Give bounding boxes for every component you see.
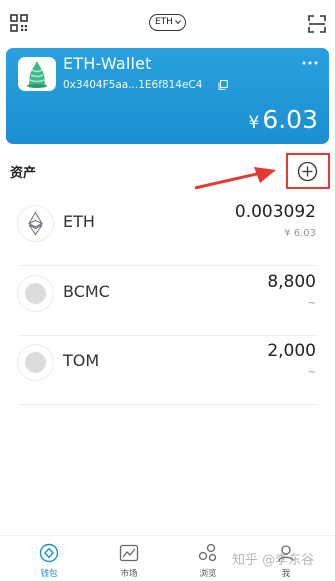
asset-row-eth[interactable]: ETH 0.003092 ¥ 6.03 — [18, 198, 318, 266]
cone-shell-logo-icon — [27, 61, 47, 88]
market-chart-icon — [119, 544, 139, 562]
divider — [18, 404, 318, 405]
qr-scan-icon[interactable] — [10, 14, 28, 32]
tab-label: 浏览 — [199, 569, 217, 579]
asset-symbol: TOM — [63, 351, 100, 370]
wallet-logo — [18, 57, 56, 91]
watermark: 知乎 @李东谷 — [232, 553, 315, 568]
asset-row-bcmc[interactable]: BCMC 8,800 ~ — [18, 268, 318, 336]
divider — [18, 335, 318, 336]
add-circle-icon[interactable] — [297, 161, 318, 182]
token-logo — [18, 276, 53, 311]
asset-amount: 8,800 — [267, 272, 316, 292]
wallet-icon — [39, 543, 59, 563]
divider — [18, 265, 318, 266]
token-logo — [18, 206, 53, 241]
asset-amount: 0.003092 — [234, 202, 316, 222]
tab-market[interactable]: 市场 — [99, 536, 159, 581]
highlight-box — [286, 153, 330, 189]
wallet-card[interactable]: ETH-Wallet 0x3404F5aa...1E6f814eC4 ¥6.03 — [6, 48, 329, 144]
wallet-address: 0x3404F5aa...1E6f814eC4 — [63, 79, 203, 91]
asset-symbol: BCMC — [63, 282, 110, 301]
network-selector[interactable]: ETH — [149, 14, 186, 31]
grey-token-icon — [25, 283, 46, 304]
currency-symbol: ¥ — [248, 113, 260, 133]
asset-fiat-value: ~ — [307, 367, 316, 378]
chevron-down-icon — [175, 20, 181, 25]
scan-frame-icon[interactable] — [308, 15, 326, 33]
browse-bubbles-icon — [198, 543, 217, 562]
assets-section-title: 资产 — [10, 166, 37, 181]
tab-label: 钱包 — [40, 569, 58, 579]
wallet-balance: ¥6.03 — [249, 105, 319, 134]
copy-icon[interactable] — [218, 80, 228, 90]
asset-row-tom[interactable]: TOM 2,000 ~ — [18, 337, 318, 405]
app-root: ETH ETH-Wallet 0x3404F5aa...1E6f814eC4 ¥… — [0, 0, 335, 581]
more-dots-icon[interactable] — [302, 61, 318, 65]
tab-wallet[interactable]: 钱包 — [19, 536, 79, 581]
token-logo — [18, 345, 53, 380]
tab-label: 我 — [281, 569, 291, 579]
balance-value: 6.03 — [262, 105, 318, 134]
tab-browse[interactable]: 浏览 — [178, 536, 238, 581]
red-arrow-annotation — [194, 167, 276, 190]
grey-token-icon — [25, 352, 46, 373]
asset-symbol: ETH — [63, 212, 95, 231]
asset-fiat-value: ¥ 6.03 — [284, 228, 316, 239]
wallet-name: ETH-Wallet — [63, 54, 152, 73]
ethereum-icon — [28, 212, 43, 235]
tab-label: 市场 — [120, 569, 138, 579]
asset-fiat-value: ~ — [307, 298, 316, 309]
top-bar: ETH — [0, 0, 335, 48]
network-label: ETH — [155, 17, 173, 27]
asset-amount: 2,000 — [267, 341, 316, 361]
